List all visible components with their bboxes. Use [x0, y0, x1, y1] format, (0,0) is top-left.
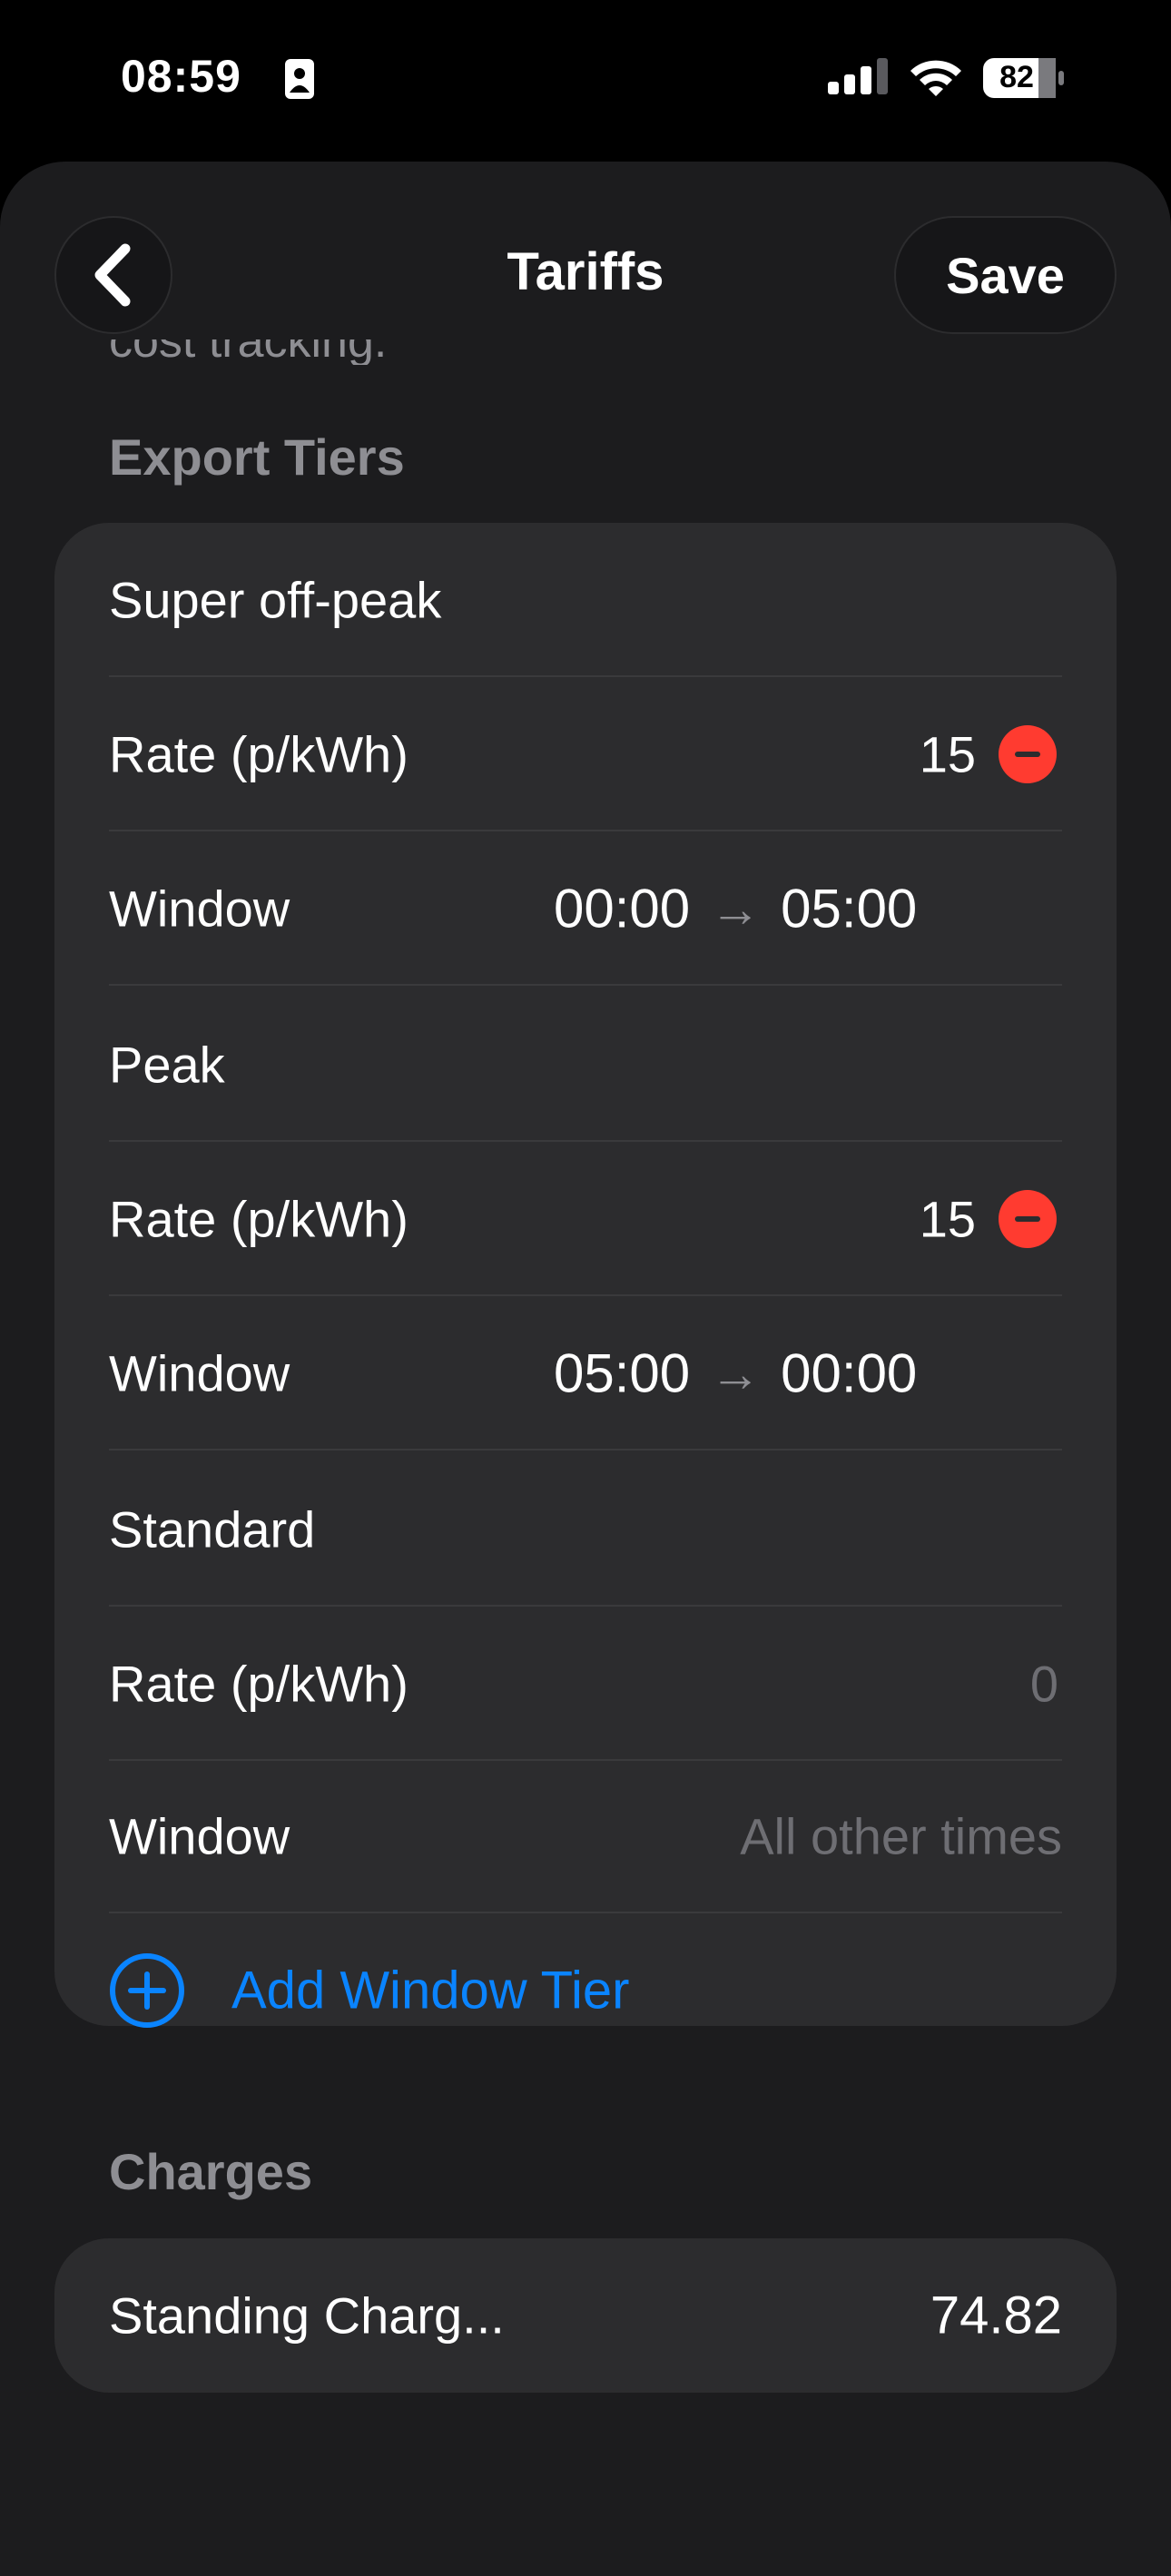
- rate-value[interactable]: 15: [920, 725, 976, 784]
- status-time: 08:59: [121, 51, 241, 102]
- id-card-icon: [285, 59, 314, 99]
- standing-charge-value[interactable]: 74.82: [930, 2286, 1062, 2346]
- export-tiers-header: Export Tiers: [109, 428, 405, 486]
- rate-label: Rate (p/kWh): [109, 1190, 408, 1248]
- export-tiers-card: Super off-peak Rate (p/kWh) 15 Window 00…: [54, 523, 1117, 2028]
- plus-circle-icon: [110, 1953, 184, 2028]
- remove-tier-icon[interactable]: [999, 725, 1057, 783]
- tier-name-row[interactable]: Super off-peak: [109, 523, 1062, 677]
- rate-row[interactable]: Rate (p/kWh) 0: [109, 1607, 1062, 1761]
- window-end-time[interactable]: 00:00: [781, 1342, 917, 1405]
- window-row: Window 05:00 → 00:00: [109, 1296, 1062, 1450]
- rate-label: Rate (p/kWh): [109, 1655, 408, 1713]
- rate-row[interactable]: Rate (p/kWh) 15: [109, 677, 1062, 831]
- save-button[interactable]: Save: [894, 216, 1117, 334]
- arrow-right-icon: →: [710, 880, 762, 938]
- divider: [109, 1449, 1062, 1450]
- rate-input[interactable]: 0: [1030, 1655, 1058, 1714]
- add-window-tier-button[interactable]: Add Window Tier: [109, 1913, 1062, 2068]
- page-title: Tariffs: [507, 242, 664, 301]
- divider: [109, 984, 1062, 986]
- rate-row[interactable]: Rate (p/kWh) 15: [109, 1142, 1062, 1296]
- nav-bar: Tariffs Save: [0, 162, 1171, 352]
- window-start-time[interactable]: 00:00: [554, 878, 690, 940]
- cellular-signal-icon: [828, 58, 888, 94]
- add-window-tier-label: Add Window Tier: [231, 1961, 630, 2020]
- window-label: Window: [109, 1344, 290, 1402]
- tier-name[interactable]: Peak: [109, 1036, 225, 1095]
- window-times: 00:00 → 05:00: [554, 878, 917, 940]
- window-label: Window: [109, 880, 290, 938]
- window-label: Window: [109, 1807, 290, 1865]
- battery-level: 82: [999, 60, 1034, 94]
- charges-card: Standing Charg... 74.82: [54, 2238, 1117, 2393]
- back-button[interactable]: [54, 216, 172, 334]
- standing-charge-label: Standing Charg...: [109, 2286, 505, 2345]
- tier-name[interactable]: Super off-peak: [109, 571, 441, 630]
- window-times: 05:00 → 00:00: [554, 1342, 917, 1405]
- rate-value[interactable]: 15: [920, 1190, 976, 1249]
- window-end-time[interactable]: 05:00: [781, 878, 917, 940]
- tier-name-row[interactable]: Peak: [109, 988, 1062, 1142]
- status-bar: 08:59 82: [0, 0, 1171, 162]
- scrolled-description: cost tracking.: [109, 339, 744, 365]
- remove-tier-icon[interactable]: [999, 1190, 1057, 1248]
- tier-name-row: Standard: [109, 1452, 1062, 1607]
- window-row: Window All other times: [109, 1759, 1062, 1913]
- standing-charge-row[interactable]: Standing Charg... 74.82: [109, 2238, 1062, 2393]
- tier-name: Standard: [109, 1500, 316, 1558]
- arrow-right-icon: →: [710, 1344, 762, 1402]
- tariffs-sheet: Tariffs Save cost tracking. Export Tiers…: [0, 162, 1171, 2576]
- rate-label: Rate (p/kWh): [109, 725, 408, 783]
- chevron-left-icon: [94, 243, 131, 307]
- window-row: Window 00:00 → 05:00: [109, 831, 1062, 986]
- wifi-icon: [910, 60, 961, 96]
- window-start-time[interactable]: 05:00: [554, 1342, 690, 1405]
- window-value: All other times: [740, 1807, 1062, 1865]
- charges-header: Charges: [109, 2143, 313, 2200]
